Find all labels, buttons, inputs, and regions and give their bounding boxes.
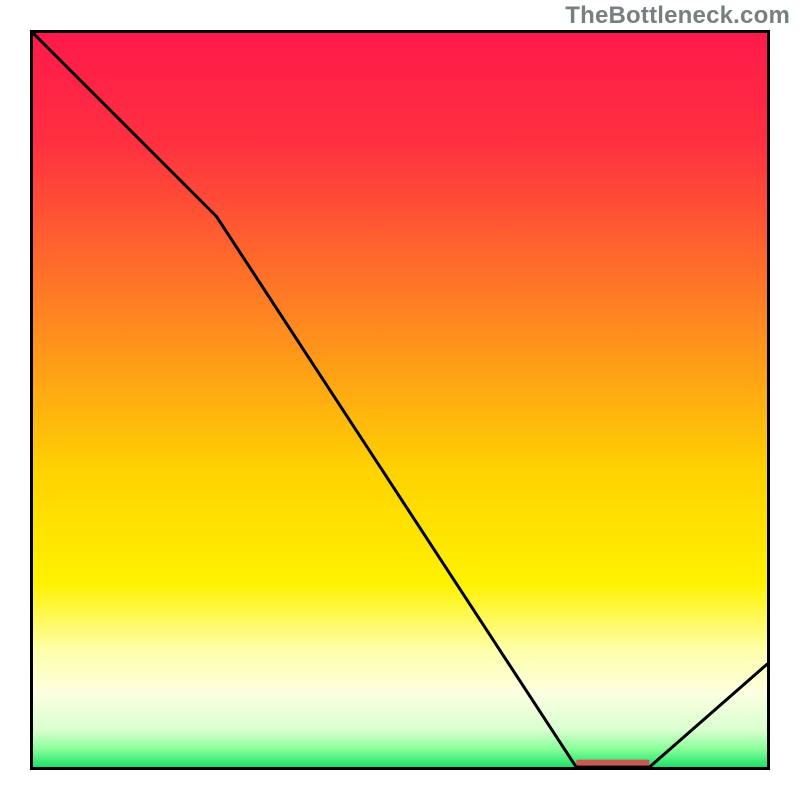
chart-container: TheBottleneck.com [0, 0, 800, 800]
watermark-text: TheBottleneck.com [565, 2, 790, 30]
flat-segment-marker [576, 760, 649, 766]
chart-svg [33, 33, 767, 767]
plot-area [30, 30, 770, 770]
